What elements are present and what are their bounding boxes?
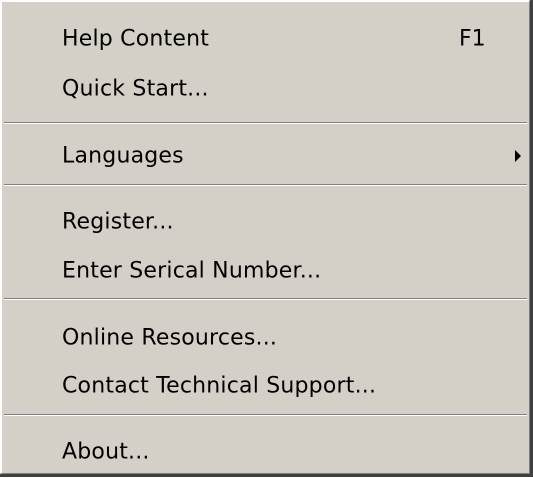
menu-item-about[interactable]: About... (2, 426, 529, 478)
menu-item-enter-serial-number[interactable]: Enter Serical Number... (2, 245, 529, 297)
menu-item-label: Register... (62, 209, 174, 235)
menu-separator (4, 298, 527, 300)
menu-item-contact-technical-support[interactable]: Contact Technical Support... (2, 360, 529, 412)
menu-item-label: Contact Technical Support... (62, 373, 377, 399)
menu-item-label: Quick Start... (62, 76, 209, 102)
menu-item-label: Online Resources... (62, 325, 278, 351)
menu-item-languages[interactable]: Languages (2, 130, 529, 182)
menu-item-quick-start[interactable]: Quick Start... (2, 63, 529, 115)
menu-item-label: Enter Serical Number... (62, 258, 322, 284)
menu-item-label: Languages (62, 143, 184, 169)
menu-separator (4, 184, 527, 186)
help-menu: Help Content F1 Quick Start... Languages… (0, 0, 530, 474)
menu-item-online-resources[interactable]: Online Resources... (2, 312, 529, 364)
menu-item-shortcut: F1 (459, 26, 486, 52)
menu-item-register[interactable]: Register... (2, 196, 529, 248)
menu-separator (4, 122, 527, 124)
submenu-arrow-icon (515, 150, 521, 162)
menu-separator (4, 414, 527, 416)
menu-item-help-content[interactable]: Help Content F1 (2, 13, 529, 65)
help-menu-body: Help Content F1 Quick Start... Languages… (2, 2, 529, 473)
menu-item-label: Help Content (62, 26, 210, 52)
menu-item-label: About... (62, 439, 150, 465)
